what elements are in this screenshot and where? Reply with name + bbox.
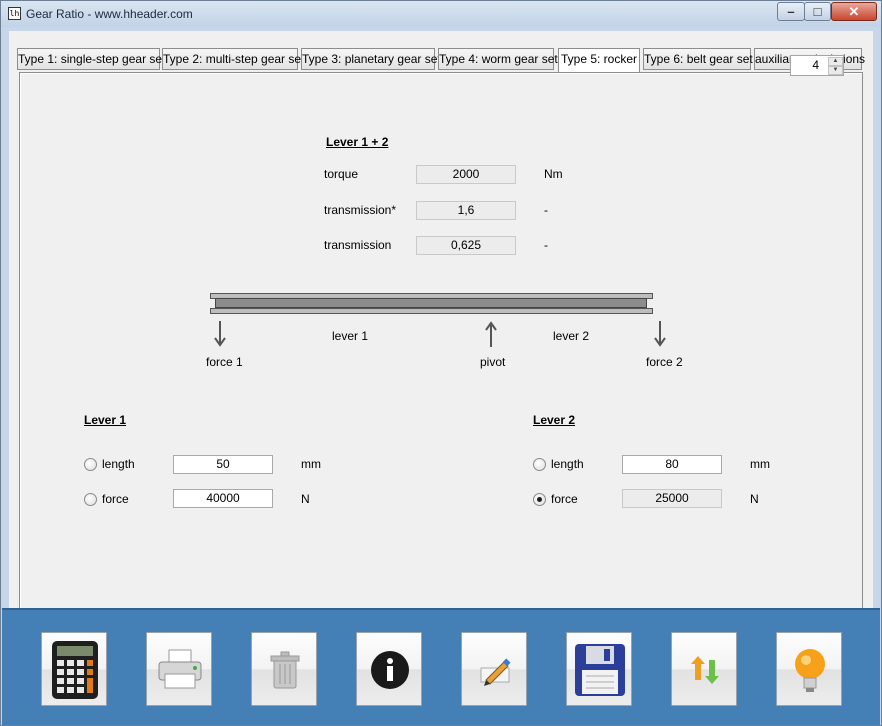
- transmission-value: 0,625: [416, 236, 516, 255]
- title-bar[interactable]: lh Gear Ratio - www.hheader.com – □ ✕: [1, 1, 881, 27]
- lever1-force-unit: N: [301, 492, 310, 506]
- lever2-length-label: length: [551, 457, 584, 471]
- force-1-label: force 1: [206, 355, 243, 369]
- edit-button[interactable]: [461, 632, 527, 706]
- lever2-force-value: 25000: [622, 489, 722, 508]
- clear-button[interactable]: [251, 632, 317, 706]
- minimize-button[interactable]: –: [777, 2, 805, 21]
- torque-value: 2000: [416, 165, 516, 184]
- force-2-arrow-icon: [654, 321, 666, 347]
- lever1-length-input[interactable]: 50: [173, 455, 273, 474]
- lever2-force-unit: N: [750, 492, 759, 506]
- bottom-toolbar: [2, 608, 880, 725]
- lever1-heading: Lever 1: [84, 413, 127, 427]
- tab-type-6[interactable]: Type 6: belt gear set: [643, 48, 753, 70]
- lever2-force-radio[interactable]: [533, 493, 546, 506]
- save-icon: [575, 644, 625, 696]
- transmission-star-label: transmission*: [324, 203, 397, 217]
- transmission-label: transmission: [324, 238, 392, 252]
- lever-beam: [210, 293, 653, 315]
- close-button[interactable]: ✕: [831, 2, 877, 21]
- lever2-length-radio[interactable]: [533, 458, 546, 471]
- printer-icon: [158, 649, 202, 689]
- lever1-force-label: force: [102, 492, 129, 506]
- calculate-button[interactable]: [41, 632, 107, 706]
- beam-core: [215, 298, 647, 308]
- torque-label: torque: [324, 167, 359, 181]
- info-button[interactable]: [356, 632, 422, 706]
- transmission-unit: -: [544, 238, 548, 252]
- spinner-value[interactable]: 4: [791, 58, 825, 72]
- transmission-star-value: 1,6: [416, 201, 516, 220]
- lever2-length-input[interactable]: 80: [622, 455, 722, 474]
- force-1-arrow-icon: [214, 321, 226, 347]
- lever-1-label: lever 1: [332, 329, 369, 343]
- spin-up-button[interactable]: ▲: [828, 57, 843, 66]
- lever-2-label: lever 2: [553, 329, 590, 343]
- maximize-button[interactable]: □: [804, 2, 831, 21]
- lever1-force-radio[interactable]: [84, 493, 97, 506]
- beam-bottom-rail: [210, 308, 653, 314]
- save-button[interactable]: [566, 632, 632, 706]
- lightbulb-icon: [795, 649, 825, 692]
- torque-unit: Nm: [544, 167, 563, 181]
- rocker-panel: [19, 72, 863, 620]
- lever1-length-radio[interactable]: [84, 458, 97, 471]
- window-title: Gear Ratio - www.hheader.com: [26, 7, 193, 21]
- force-2-label: force 2: [646, 355, 683, 369]
- app-icon: lh: [8, 7, 21, 20]
- swap-button[interactable]: [671, 632, 737, 706]
- tab-type-5[interactable]: Type 5: rocker: [558, 48, 640, 72]
- count-spinner[interactable]: 4 ▲ ▼: [790, 55, 844, 76]
- lever12-heading: Lever 1 + 2: [326, 135, 389, 149]
- print-button[interactable]: [146, 632, 212, 706]
- calculator-icon: [52, 641, 98, 699]
- tab-type-3[interactable]: Type 3: planetary gear set: [301, 48, 441, 70]
- tab-type-2[interactable]: Type 2: multi-step gear set: [162, 48, 304, 70]
- tab-type-1[interactable]: Type 1: single-step gear set: [17, 48, 165, 70]
- pivot-arrow-icon: [485, 321, 497, 347]
- maximize-icon: □: [813, 4, 822, 19]
- lever2-length-unit: mm: [750, 457, 770, 471]
- tab-type-4[interactable]: Type 4: worm gear set: [438, 48, 558, 70]
- lever2-force-label: force: [551, 492, 578, 506]
- tips-button[interactable]: [776, 632, 842, 706]
- lever1-length-label: length: [102, 457, 135, 471]
- edit-icon: [480, 658, 511, 686]
- pivot-label: pivot: [480, 355, 506, 369]
- minimize-icon: –: [787, 4, 795, 19]
- lever2-heading: Lever 2: [533, 413, 576, 427]
- swap-icon: [691, 656, 719, 684]
- transmission-star-unit: -: [544, 203, 548, 217]
- app-window: lh Gear Ratio - www.hheader.com – □ ✕ Ty…: [0, 0, 882, 726]
- close-icon: ✕: [848, 4, 860, 19]
- lever1-force-input[interactable]: 40000: [173, 489, 273, 508]
- trash-icon: [270, 651, 300, 689]
- lever1-length-unit: mm: [301, 457, 321, 471]
- spin-down-button[interactable]: ▼: [828, 66, 843, 75]
- info-icon: [371, 651, 409, 689]
